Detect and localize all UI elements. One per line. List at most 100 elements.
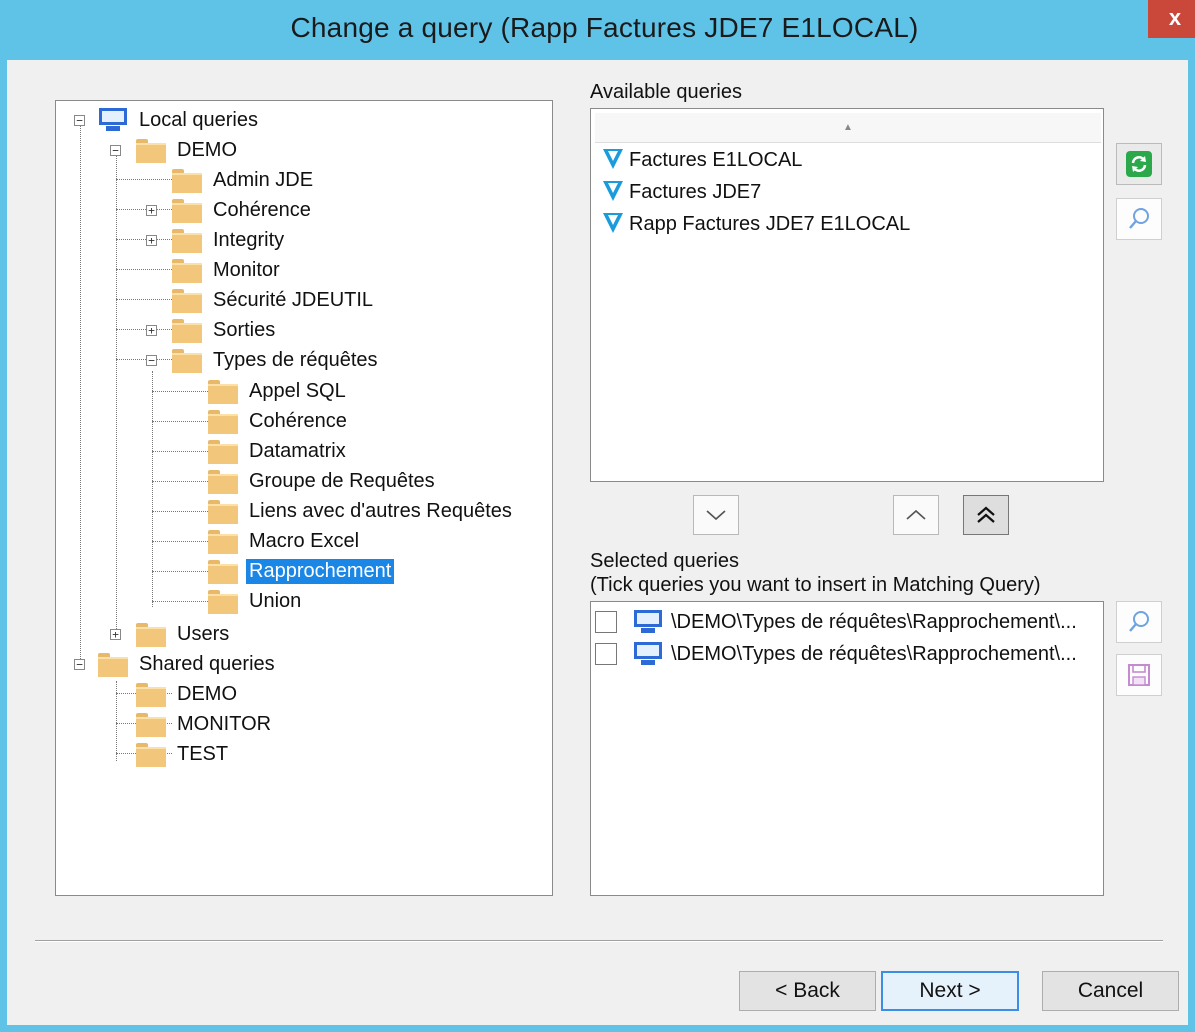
folder-icon [208, 410, 238, 434]
collapse-types-icon[interactable]: − [146, 355, 157, 366]
move-up-button[interactable] [893, 495, 939, 535]
list-item[interactable]: \DEMO\Types de réquêtes\Rapprochement\..… [595, 638, 1077, 670]
expand-integrity-icon[interactable]: + [146, 235, 157, 246]
tree-label: Shared queries [139, 652, 275, 675]
folder-icon [208, 440, 238, 464]
query-path: \DEMO\Types de réquêtes\Rapprochement\..… [671, 610, 1077, 633]
tree-label: Sorties [213, 318, 276, 341]
expand-sorties-icon[interactable]: + [146, 325, 157, 336]
computer-icon [633, 642, 663, 666]
tree-item-local-queries[interactable]: Local queries [98, 105, 261, 135]
tree-item-datamatrix[interactable]: Datamatrix [208, 436, 349, 466]
search-selected-button[interactable] [1116, 601, 1162, 643]
window-title: Change a query (Rapp Factures JDE7 E1LOC… [290, 12, 919, 43]
tree-item-groupe[interactable]: Groupe de Requêtes [208, 466, 438, 496]
tree-item-appel-sql[interactable]: Appel SQL [208, 376, 349, 406]
folder-icon [172, 319, 202, 343]
chevron-up-icon [906, 509, 926, 520]
save-icon [1128, 664, 1150, 686]
tree-item-users[interactable]: Users [136, 619, 232, 649]
query-tree[interactable]: − − + + + − + − Local queries DEMO Admin… [55, 100, 553, 896]
tree-item-admin-jde[interactable]: Admin JDE [172, 165, 316, 195]
save-button[interactable] [1116, 654, 1162, 696]
folder-icon [208, 590, 238, 614]
folder-icon [136, 683, 166, 707]
tree-item-sorties[interactable]: Sorties [172, 315, 278, 345]
query-checkbox[interactable] [595, 643, 617, 665]
tree-item-shared-monitor[interactable]: MONITOR [136, 709, 274, 739]
tree-item-shared-queries[interactable]: Shared queries [98, 649, 278, 679]
tree-item-liens[interactable]: Liens avec d'autres Requêtes [208, 496, 515, 526]
selected-queries-hint: (Tick queries you want to insert in Matc… [590, 574, 1041, 596]
tree-label: TEST [177, 742, 229, 765]
computer-icon [98, 108, 128, 132]
query-icon [603, 149, 623, 171]
expand-coherence-icon[interactable]: + [146, 205, 157, 216]
available-queries-list[interactable]: ▲ Factures E1LOCAL Factures JDE7 Rapp Fa… [590, 108, 1104, 482]
tree-item-demo[interactable]: DEMO [136, 135, 240, 165]
folder-icon [172, 169, 202, 193]
tree-item-union[interactable]: Union [208, 586, 304, 616]
tree-item-shared-test[interactable]: TEST [136, 739, 231, 769]
selected-queries-label: Selected queries [590, 550, 739, 572]
tree-label: DEMO [177, 682, 237, 705]
double-chevron-up-icon [977, 506, 995, 523]
folder-icon [136, 713, 166, 737]
move-top-button[interactable] [963, 495, 1009, 535]
tree-item-monitor[interactable]: Monitor [172, 255, 283, 285]
folder-icon [136, 139, 166, 163]
query-icon [603, 213, 623, 235]
tree-label: MONITOR [177, 712, 272, 735]
title-bar[interactable]: Change a query (Rapp Factures JDE7 E1LOC… [7, 0, 1195, 60]
chevron-down-icon [706, 510, 726, 521]
collapse-demo-icon[interactable]: − [110, 145, 121, 156]
search-icon [1129, 611, 1149, 632]
refresh-icon [1126, 151, 1152, 177]
tree-item-integrity[interactable]: Integrity [172, 225, 287, 255]
tree-item-coherence-2[interactable]: Cohérence [208, 406, 350, 436]
tree-item-shared-demo[interactable]: DEMO [136, 679, 240, 709]
collapse-shared-icon[interactable]: − [74, 659, 85, 670]
tree-item-securite[interactable]: Sécurité JDEUTIL [172, 285, 376, 315]
list-item[interactable]: Factures JDE7 [603, 177, 761, 207]
tree-item-macro[interactable]: Macro Excel [208, 526, 362, 556]
query-label: Factures E1LOCAL [629, 148, 803, 171]
tree-label: Admin JDE [213, 168, 314, 191]
tree-label: Appel SQL [249, 379, 346, 402]
tree-label: Cohérence [213, 198, 311, 221]
list-item[interactable]: Factures E1LOCAL [603, 145, 802, 175]
move-down-button[interactable] [693, 495, 739, 535]
query-checkbox[interactable] [595, 611, 617, 633]
tree-item-coherence[interactable]: Cohérence [172, 195, 314, 225]
tree-label: Types de réquêtes [213, 348, 378, 371]
tree-label: Sécurité JDEUTIL [213, 288, 374, 311]
folder-icon [172, 349, 202, 373]
tree-label: Union [249, 589, 302, 612]
folder-icon [208, 470, 238, 494]
expand-users-icon[interactable]: + [110, 629, 121, 640]
folder-icon [172, 229, 202, 253]
sort-header[interactable]: ▲ [595, 113, 1101, 143]
close-button[interactable]: x [1148, 0, 1195, 38]
tree-label: Monitor [213, 258, 280, 281]
list-item[interactable]: Rapp Factures JDE7 E1LOCAL [603, 209, 910, 239]
back-button[interactable]: < Back [739, 971, 876, 1011]
folder-icon [136, 623, 166, 647]
tree-item-types[interactable]: Types de réquêtes [172, 345, 381, 375]
cancel-button[interactable]: Cancel [1042, 971, 1179, 1011]
next-button[interactable]: Next > [881, 971, 1019, 1011]
refresh-button[interactable] [1116, 143, 1162, 185]
search-icon [1129, 208, 1149, 229]
computer-icon [633, 610, 663, 634]
query-icon [603, 181, 623, 203]
query-label: Rapp Factures JDE7 E1LOCAL [629, 212, 911, 235]
list-item[interactable]: \DEMO\Types de réquêtes\Rapprochement\..… [595, 606, 1077, 638]
folder-icon [208, 530, 238, 554]
tree-label-selected: Rapprochement [246, 558, 395, 584]
search-available-button[interactable] [1116, 198, 1162, 240]
available-queries-label: Available queries [590, 81, 742, 103]
selected-queries-list[interactable]: \DEMO\Types de réquêtes\Rapprochement\..… [590, 601, 1104, 896]
collapse-local-icon[interactable]: − [74, 115, 85, 126]
tree-item-rapprochement[interactable]: Rapprochement [208, 556, 395, 586]
tree-label: Macro Excel [249, 529, 360, 552]
